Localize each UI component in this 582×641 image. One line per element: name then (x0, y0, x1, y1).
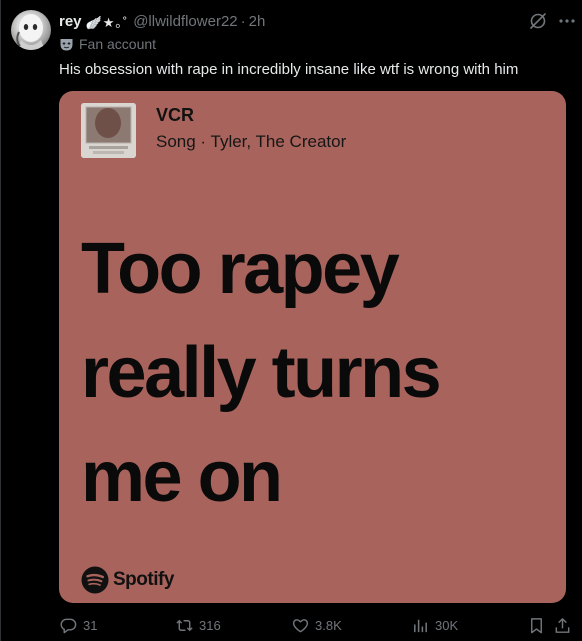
spotify-lyric-card[interactable]: VCR Song · Tyler, The Creator Too rapey … (59, 91, 566, 603)
separator: · (240, 12, 246, 30)
bookmark-button[interactable] (527, 614, 551, 636)
affiliation-row: Fan account (59, 35, 156, 53)
spotify-icon (81, 566, 109, 594)
reply-button[interactable]: 31 (59, 614, 97, 636)
album-cover (81, 103, 136, 158)
avatar[interactable] (11, 10, 51, 50)
affiliation-label: Fan account (79, 36, 157, 52)
spotify-logo: Spotify (81, 565, 174, 595)
reply-icon (60, 618, 77, 633)
views-icon (414, 619, 427, 632)
user-handle[interactable]: @llwildflower22 (133, 13, 237, 30)
share-icon (555, 617, 570, 633)
grok-icon[interactable] (528, 11, 548, 31)
reply-count: 31 (83, 617, 98, 633)
spotify-wordmark: Spotify (113, 569, 174, 590)
like-count: 3.8K (315, 617, 342, 633)
song-subtitle: Song · Tyler, The Creator (156, 132, 347, 151)
song-title: VCR (156, 105, 195, 125)
more-icon[interactable] (557, 11, 577, 31)
views-button[interactable]: 30K (411, 614, 458, 636)
name-decoration: 🪽★｡˚ (85, 14, 129, 30)
tweet-header: rey 🪽★｡˚ @llwildflower22 · 2h (59, 11, 265, 31)
lyric-text: Too rapey really turns me on (81, 229, 442, 517)
album-cover-image (81, 103, 136, 158)
repost-button[interactable]: 316 (175, 614, 221, 636)
views-count: 30K (435, 617, 459, 633)
tweet[interactable]: rey 🪽★｡˚ @llwildflower22 · 2h Fan accoun… (0, 0, 582, 641)
tweet-text: His obsession with rape in incredibly in… (59, 61, 519, 78)
avatar-image (16, 14, 45, 50)
heart-icon (292, 618, 309, 632)
bookmark-icon (531, 617, 542, 633)
display-name[interactable]: rey (59, 13, 82, 30)
repost-count: 316 (199, 617, 221, 633)
timestamp[interactable]: 2h (249, 13, 266, 30)
repost-icon (176, 619, 193, 631)
action-bar: 31 316 3.8K 30K (59, 614, 571, 636)
share-button[interactable] (553, 614, 577, 636)
like-button[interactable]: 3.8K (291, 614, 342, 636)
mask-icon (60, 38, 73, 50)
